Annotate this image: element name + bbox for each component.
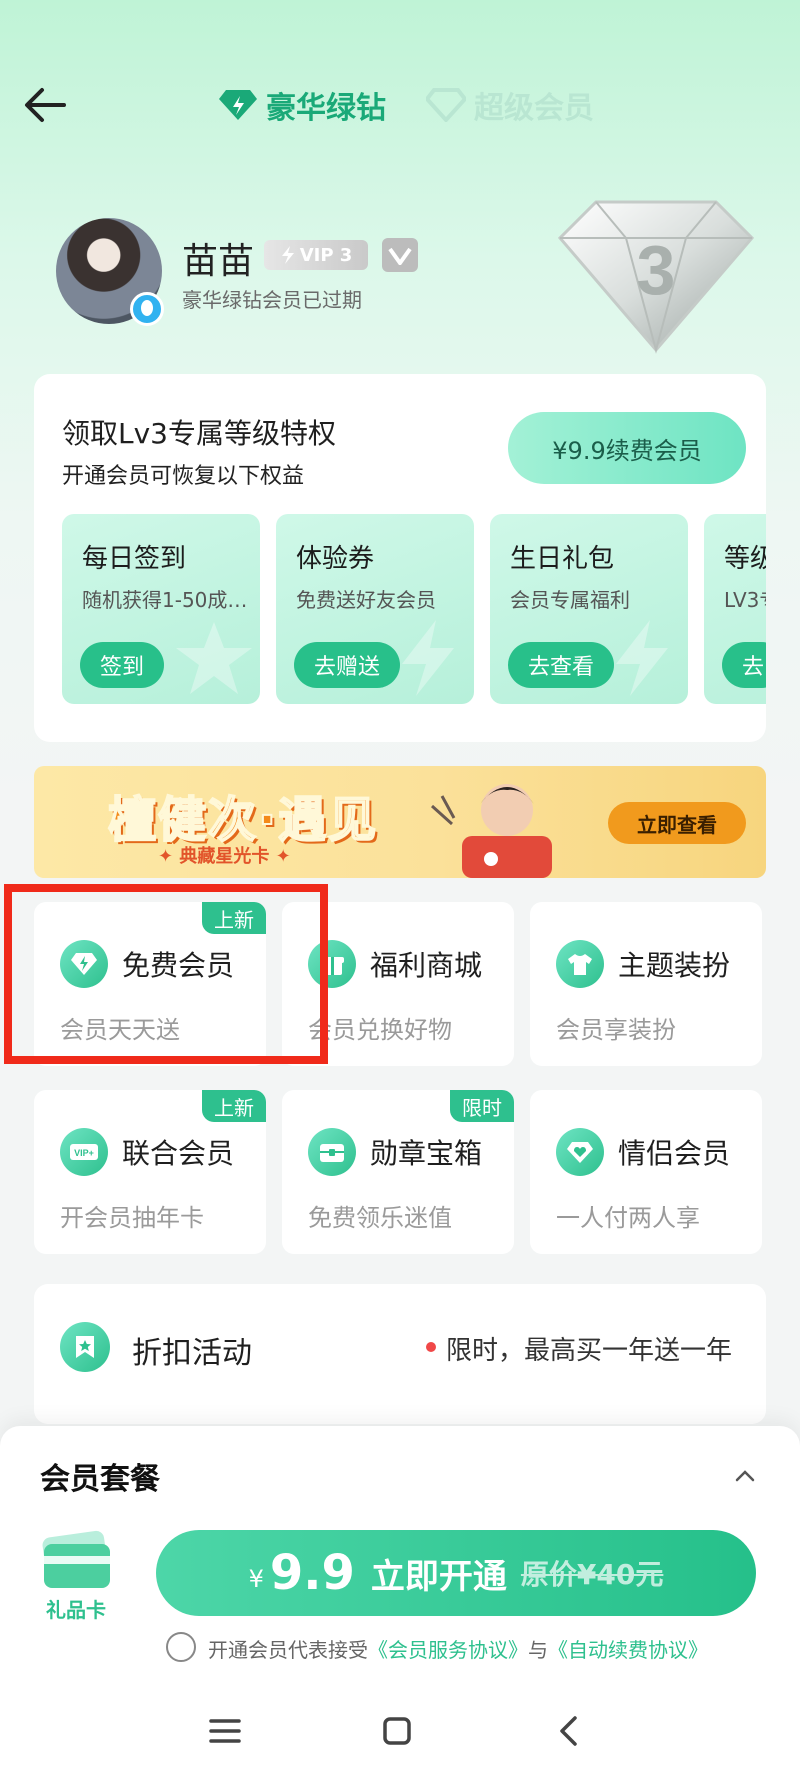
back-button[interactable] [20,80,70,130]
feature-title: 主题装扮 [618,949,731,982]
feature-theme-dressup[interactable]: 主题装扮 会员享装扮 [530,902,762,1066]
red-dot-indicator [426,1342,436,1352]
renew-button[interactable]: ¥9.9续费会员 [508,412,746,484]
tab-label: 豪华绿钻 [266,91,386,126]
feature-subtitle: 一人付两人享 [556,1204,700,1232]
open-membership-button[interactable]: ¥ 9.9 立即开通 原价¥40元 [156,1530,756,1616]
feature-joint-member[interactable]: 上新 VIP+ 联合会员 开会员抽年卡 [34,1090,266,1254]
banner-subtitle: ✦ 典藏星光卡 ✦ [158,846,291,867]
feature-title: 联合会员 [122,1137,235,1170]
heart-diamond-icon [556,1128,604,1176]
agreement-text: 开通会员代表接受《会员服务协议》与《自动续费协议》 [208,1634,708,1663]
feature-subtitle: 会员兑换好物 [308,1016,452,1044]
agreement-radio[interactable] [166,1632,196,1662]
tab-label: 超级会员 [474,91,594,126]
v-badge-icon[interactable] [382,238,418,272]
perk-card[interactable]: 每日签到 随机获得1-50成… 签到 [62,514,260,704]
price: 9.9 [269,1545,355,1601]
perk-card[interactable]: 等级 LV3专 去 [704,514,766,704]
chevron-up-icon[interactable] [730,1464,760,1488]
perk-name: 体验券 [296,544,375,574]
square-home-icon [383,1717,411,1745]
bolt-icon [402,620,454,696]
svg-text:3: 3 [637,231,676,309]
banner-title: 檀健次·遇见 [107,791,379,849]
privilege-card: 领取Lv3专属等级特权 开通会员可恢复以下权益 ¥9.9续费会员 每日签到 随机… [34,374,766,742]
diamond-outline-icon [426,88,466,122]
back-nav-button[interactable] [544,1706,594,1756]
star-icon [176,622,252,694]
gift-voucher-button[interactable]: 去赠送 [294,642,401,688]
svg-text:VIP+: VIP+ [74,1148,94,1158]
currency-symbol: ¥ [248,1565,264,1593]
privilege-subtitle: 开通会员可恢复以下权益 [62,464,305,489]
perk-name: 等级 [724,544,766,574]
membership-status: 豪华绿钻会员已过期 [182,288,362,312]
agreement-mid: 与 [528,1638,548,1662]
banner-view-button[interactable]: 立即查看 [608,802,746,844]
qq-icon [130,292,164,326]
vip-plus-icon: VIP+ [60,1128,108,1176]
treasure-chest-icon [308,1128,356,1176]
shirt-icon [556,940,604,988]
discount-title: 折扣活动 [132,1336,252,1371]
level-perk-button[interactable]: 去 [722,642,766,688]
perk-card[interactable]: 体验券 免费送好友会员 去赠送 [276,514,474,704]
feature-subtitle: 开会员抽年卡 [60,1204,204,1232]
highlight-annotation [4,884,328,1064]
open-now-label: 立即开通 [370,1556,507,1597]
chevron-left-icon [560,1716,577,1746]
discount-activity-card[interactable]: 折扣活动 限时，最高买一年送一年 [34,1284,766,1424]
feature-medal-chest[interactable]: 限时 勋章宝箱 免费领乐迷值 [282,1090,514,1254]
view-birthday-button[interactable]: 去查看 [508,642,615,688]
agreement-prefix: 开通会员代表接受 [208,1638,368,1662]
diamond-icon [219,90,257,120]
feature-title: 福利商城 [370,949,483,982]
perk-desc: LV3专 [724,588,766,612]
original-price: 原价¥40元 [520,1558,664,1591]
service-agreement-link[interactable]: 《会员服务协议》 [368,1638,528,1662]
feature-subtitle: 免费领乐迷值 [308,1204,452,1232]
feature-title: 勋章宝箱 [370,1137,483,1170]
arrow-left-icon [25,88,66,122]
vip-badge-label: VIP 3 [299,244,353,266]
auto-renew-agreement-link[interactable]: 《自动续费协议》 [548,1638,708,1662]
perk-name: 每日签到 [82,544,187,574]
perk-card[interactable]: 生日礼包 会员专属福利 去查看 [490,514,688,704]
menu-nav-button[interactable] [200,1706,250,1756]
feature-title: 情侣会员 [618,1137,731,1170]
tab-green-diamond[interactable]: 豪华绿钻 [218,82,386,128]
perk-desc: 免费送好友会员 [296,588,436,612]
gift-card-label: 礼品卡 [46,1598,106,1622]
bolt-icon [281,246,294,264]
promo-banner[interactable]: 檀健次·遇见 ✦ 典藏星光卡 ✦ 立即查看 [34,766,766,878]
new-tag: 上新 [202,1090,266,1122]
checkin-button[interactable]: 签到 [80,642,165,688]
feature-subtitle: 会员享装扮 [556,1016,676,1044]
carousel-indicator [484,852,498,866]
privilege-title: 领取Lv3专属等级特权 [62,417,336,450]
perk-desc: 随机获得1-50成… [82,588,248,612]
level-emblem-icon: 3 [557,200,755,354]
home-nav-button[interactable] [372,1706,422,1756]
feature-couple-member[interactable]: 情侣会员 一人付两人享 [530,1090,762,1254]
tab-super-member[interactable]: 超级会员 [426,82,594,128]
perk-desc: 会员专属福利 [510,588,630,612]
perk-name: 生日礼包 [510,544,615,574]
vip-level-badge[interactable]: VIP 3 [264,240,368,270]
sheet-title: 会员套餐 [40,1462,160,1497]
bolt-icon [616,620,668,696]
discount-description: 限时，最高买一年送一年 [446,1336,733,1366]
menu-icon [209,1719,241,1743]
username: 苗苗 [182,241,255,282]
limited-tag: 限时 [450,1090,514,1122]
bookmark-star-icon [60,1322,110,1372]
